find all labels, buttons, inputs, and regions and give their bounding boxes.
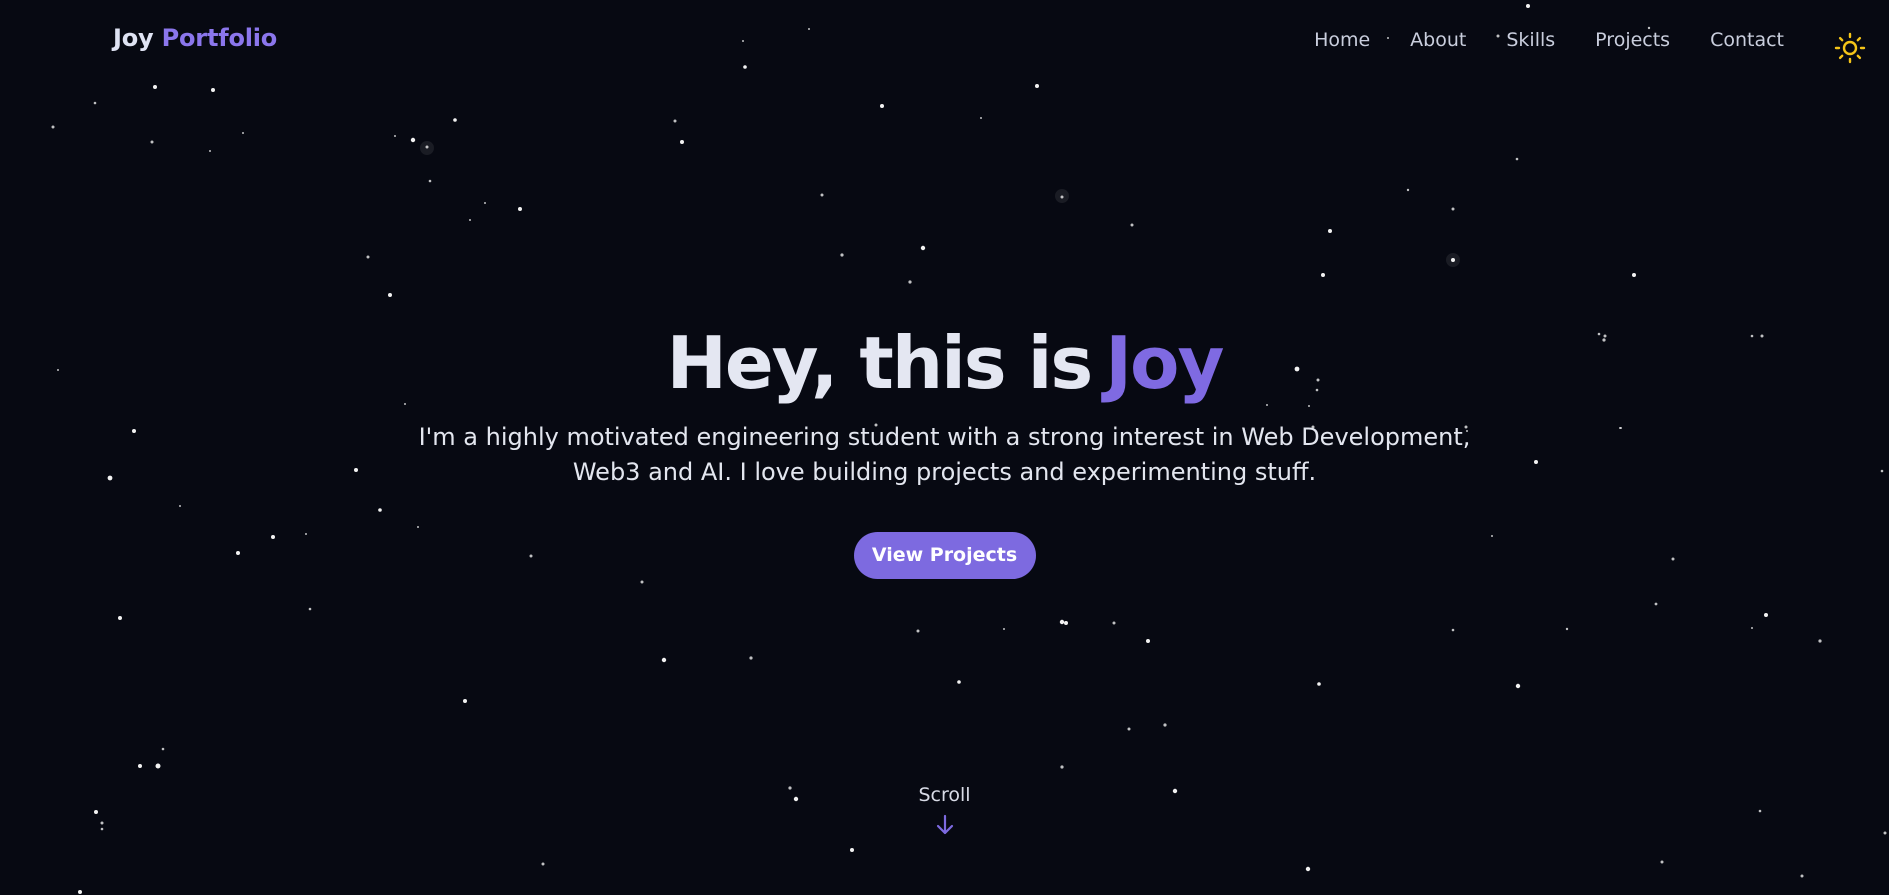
star xyxy=(453,118,457,122)
nav-link-home[interactable]: Home xyxy=(1314,29,1370,51)
nav-link-projects[interactable]: Projects xyxy=(1595,29,1670,51)
star xyxy=(1800,874,1804,878)
star xyxy=(308,607,312,611)
star xyxy=(1406,188,1410,192)
star xyxy=(428,179,432,183)
star xyxy=(1751,627,1753,629)
nav-link-about[interactable]: About xyxy=(1410,29,1466,51)
hero-section: Hey, this is Joy I'm a highly motivated e… xyxy=(0,318,1889,579)
star xyxy=(51,125,55,129)
star xyxy=(394,135,396,137)
star xyxy=(1818,639,1822,643)
star xyxy=(1003,628,1005,630)
star xyxy=(410,137,416,143)
nav-link-skills[interactable]: Skills xyxy=(1506,29,1555,51)
star xyxy=(1064,621,1068,625)
star xyxy=(1632,273,1636,277)
star-glow xyxy=(1446,253,1460,267)
star xyxy=(209,150,211,152)
star xyxy=(366,255,370,259)
star xyxy=(484,202,486,204)
theme-toggle-button[interactable] xyxy=(1834,32,1866,64)
star xyxy=(980,117,982,119)
star xyxy=(150,140,154,144)
star xyxy=(1654,602,1658,606)
star xyxy=(1059,619,1065,625)
star xyxy=(957,680,961,684)
star xyxy=(469,219,471,221)
star xyxy=(1660,860,1664,864)
star xyxy=(908,280,912,284)
hero-title: Hey, this is Joy xyxy=(0,318,1889,408)
star xyxy=(463,699,467,703)
star xyxy=(640,580,644,584)
arrow-down-icon xyxy=(936,814,953,835)
scroll-indicator[interactable]: Scroll xyxy=(0,784,1889,836)
star xyxy=(850,848,854,852)
star xyxy=(518,207,522,211)
star xyxy=(1321,273,1325,277)
logo-second-word: Portfolio xyxy=(161,24,278,52)
star xyxy=(680,140,684,144)
nav-link-contact[interactable]: Contact xyxy=(1710,29,1784,51)
star xyxy=(820,193,824,197)
star xyxy=(749,656,753,660)
star xyxy=(1565,627,1569,631)
star xyxy=(1451,628,1455,632)
star xyxy=(161,747,165,751)
star xyxy=(1328,229,1332,233)
hero-title-prefix: Hey, this is xyxy=(666,321,1094,405)
star xyxy=(1764,613,1768,617)
star xyxy=(388,293,392,297)
star xyxy=(1317,682,1321,686)
star-glow xyxy=(1055,189,1069,203)
star-glow xyxy=(420,141,434,155)
star xyxy=(880,104,884,108)
star xyxy=(1112,621,1116,625)
star xyxy=(155,763,161,769)
scroll-label: Scroll xyxy=(918,784,971,806)
star xyxy=(673,119,677,123)
star xyxy=(840,253,844,257)
star xyxy=(1515,683,1521,689)
star xyxy=(1515,157,1519,161)
star xyxy=(1146,639,1150,643)
star xyxy=(1305,866,1311,872)
star xyxy=(1163,723,1167,727)
sun-icon xyxy=(1834,32,1866,64)
navbar: Joy Portfolio Home About Skills Projects… xyxy=(0,0,1889,84)
star xyxy=(541,862,545,866)
view-projects-button[interactable]: View Projects xyxy=(853,532,1036,579)
star xyxy=(242,132,244,134)
star xyxy=(1035,84,1039,88)
star xyxy=(153,85,157,89)
hero-title-name: Joy xyxy=(1105,321,1224,405)
star xyxy=(1060,765,1064,769)
star xyxy=(920,245,926,251)
nav-links: Home About Skills Projects Contact xyxy=(1274,29,1784,51)
star xyxy=(661,657,667,663)
star xyxy=(1127,727,1131,731)
logo-first-word: Joy xyxy=(113,24,154,52)
star xyxy=(138,764,142,768)
logo[interactable]: Joy Portfolio xyxy=(113,24,277,52)
star xyxy=(1130,223,1134,227)
star xyxy=(93,101,97,105)
hero-description: I'm a highly motivated engineering stude… xyxy=(418,423,1471,486)
star xyxy=(118,616,122,620)
star xyxy=(78,890,82,894)
star xyxy=(1451,207,1455,211)
star xyxy=(211,88,215,92)
star xyxy=(916,629,920,633)
